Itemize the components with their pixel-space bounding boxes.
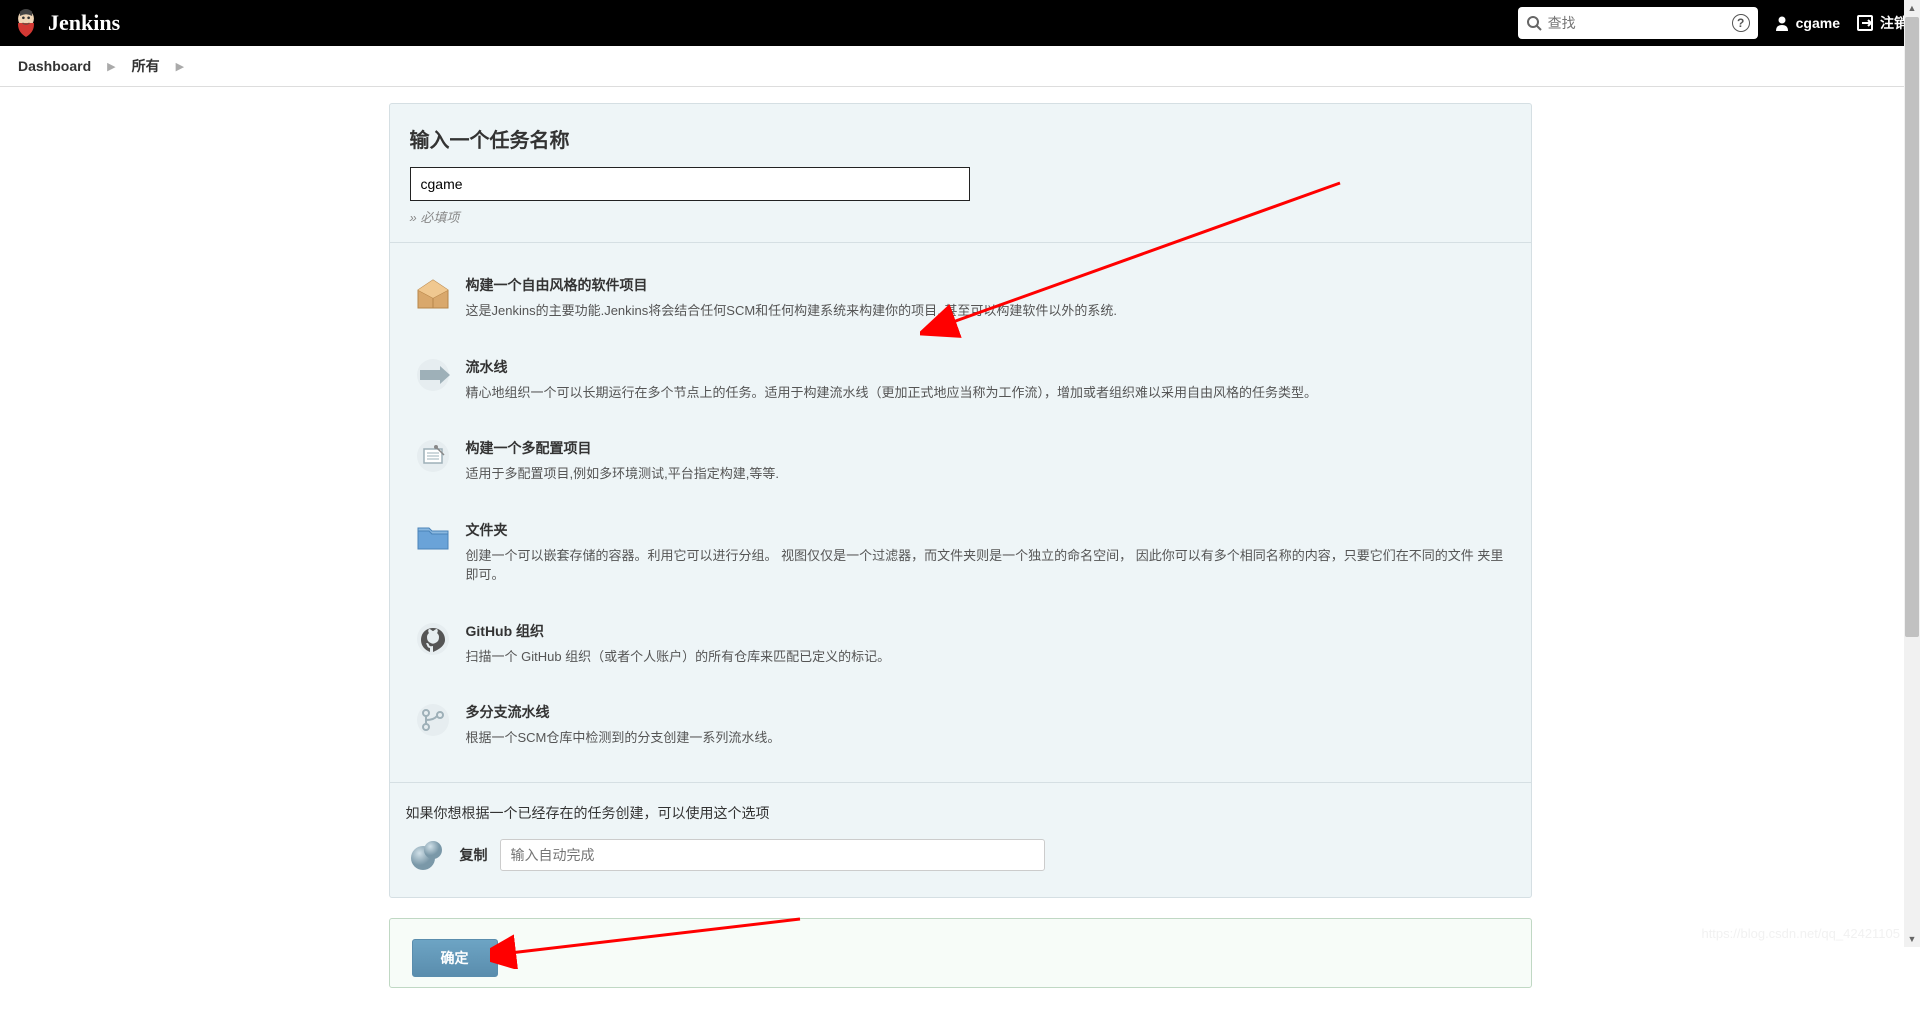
multiconfig-icon <box>412 438 454 474</box>
search-box: ? <box>1518 7 1758 39</box>
scroll-up-icon[interactable]: ▲ <box>1904 0 1920 16</box>
pipeline-icon <box>412 357 454 393</box>
scrollbar[interactable]: ▲ ▼ <box>1904 0 1920 947</box>
copy-hint: 如果你想根据一个已经存在的任务创建，可以使用这个选项 <box>406 803 1515 823</box>
submit-section: 确定 <box>389 918 1532 988</box>
main-content: 输入一个任务名称 » 必填项 <box>373 103 1548 1028</box>
name-section: 输入一个任务名称 » 必填项 <box>390 104 1531 243</box>
chevron-right-icon: ▶ <box>176 60 184 73</box>
project-type-pipeline[interactable]: 流水线 精心地组织一个可以长期运行在多个节点上的任务。适用于构建流水线（更加正式… <box>406 349 1515 411</box>
annotation-arrow <box>490 909 810 969</box>
required-hint: » 必填项 <box>410 207 1511 226</box>
project-type-multiconfig[interactable]: 构建一个多配置项目 适用于多配置项目,例如多环境测试,平台指定构建,等等. <box>406 430 1515 492</box>
item-desc: 根据一个SCM仓库中检测到的分支创建一系列流水线。 <box>466 728 1509 748</box>
copy-from-section: 如果你想根据一个已经存在的任务创建，可以使用这个选项 复制 <box>390 783 1531 897</box>
user-link[interactable]: cgame <box>1774 15 1840 31</box>
breadcrumb-all[interactable]: 所有 <box>132 56 160 76</box>
project-type-freestyle[interactable]: 构建一个自由风格的软件项目 这是Jenkins的主要功能.Jenkins将会结合… <box>406 267 1515 329</box>
folder-icon <box>412 520 454 556</box>
scroll-thumb[interactable] <box>1905 17 1919 637</box>
github-icon <box>412 621 454 657</box>
item-desc: 创建一个可以嵌套存储的容器。利用它可以进行分组。 视图仅仅是一个过滤器，而文件夹… <box>466 546 1509 585</box>
header-right: ? cgame 注销 <box>1518 7 1908 39</box>
item-content: 流水线 精心地组织一个可以长期运行在多个节点上的任务。适用于构建流水线（更加正式… <box>466 357 1509 403</box>
item-desc: 适用于多配置项目,例如多环境测试,平台指定构建,等等. <box>466 464 1509 484</box>
job-name-input[interactable] <box>410 167 970 201</box>
copy-icon <box>406 837 448 873</box>
breadcrumb-dashboard[interactable]: Dashboard <box>18 58 91 74</box>
project-type-folder[interactable]: 文件夹 创建一个可以嵌套存储的容器。利用它可以进行分组。 视图仅仅是一个过滤器，… <box>406 512 1515 593</box>
multibranch-icon <box>412 702 454 738</box>
ok-button[interactable]: 确定 <box>412 939 498 977</box>
breadcrumb: Dashboard ▶ 所有 ▶ <box>0 46 1920 87</box>
user-icon <box>1774 15 1790 31</box>
copy-from-input[interactable] <box>500 839 1045 871</box>
item-content: 文件夹 创建一个可以嵌套存储的容器。利用它可以进行分组。 视图仅仅是一个过滤器，… <box>466 520 1509 585</box>
item-title: 文件夹 <box>466 520 1509 540</box>
copy-row: 复制 <box>406 837 1515 873</box>
item-title: 多分支流水线 <box>466 702 1509 722</box>
top-header: Jenkins ? cgame 注 <box>0 0 1920 46</box>
item-title: GitHub 组织 <box>466 621 1509 641</box>
watermark: https://blog.csdn.net/qq_42421105 <box>1701 926 1900 941</box>
jenkins-title: Jenkins <box>48 10 120 36</box>
project-type-multibranch[interactable]: 多分支流水线 根据一个SCM仓库中检测到的分支创建一系列流水线。 <box>406 694 1515 756</box>
search-input[interactable] <box>1518 7 1758 39</box>
new-job-panel: 输入一个任务名称 » 必填项 <box>389 103 1532 898</box>
copy-label: 复制 <box>460 845 488 865</box>
scroll-down-icon[interactable]: ▼ <box>1904 931 1920 947</box>
search-icon <box>1526 15 1542 31</box>
item-title: 构建一个自由风格的软件项目 <box>466 275 1509 295</box>
jenkins-logo-icon <box>12 7 40 39</box>
username-label: cgame <box>1796 15 1840 31</box>
logout-link[interactable]: 注销 <box>1856 13 1908 33</box>
item-desc: 扫描一个 GitHub 组织（或者个人账户）的所有仓库来匹配已定义的标记。 <box>466 647 1509 667</box>
item-content: 构建一个多配置项目 适用于多配置项目,例如多环境测试,平台指定构建,等等. <box>466 438 1509 484</box>
item-desc: 这是Jenkins的主要功能.Jenkins将会结合任何SCM和任何构建系统来构… <box>466 301 1509 321</box>
project-type-github-org[interactable]: GitHub 组织 扫描一个 GitHub 组织（或者个人账户）的所有仓库来匹配… <box>406 613 1515 675</box>
chevron-right-icon: ▶ <box>107 60 115 73</box>
help-icon[interactable]: ? <box>1732 14 1750 32</box>
name-heading: 输入一个任务名称 <box>410 124 1511 153</box>
header-brand[interactable]: Jenkins <box>12 7 120 39</box>
item-title: 构建一个多配置项目 <box>466 438 1509 458</box>
item-content: GitHub 组织 扫描一个 GitHub 组织（或者个人账户）的所有仓库来匹配… <box>466 621 1509 667</box>
item-title: 流水线 <box>466 357 1509 377</box>
item-content: 多分支流水线 根据一个SCM仓库中检测到的分支创建一系列流水线。 <box>466 702 1509 748</box>
logout-icon <box>1856 14 1874 32</box>
project-types-section: 构建一个自由风格的软件项目 这是Jenkins的主要功能.Jenkins将会结合… <box>390 243 1531 783</box>
freestyle-icon <box>412 275 454 311</box>
item-content: 构建一个自由风格的软件项目 这是Jenkins的主要功能.Jenkins将会结合… <box>466 275 1509 321</box>
item-desc: 精心地组织一个可以长期运行在多个节点上的任务。适用于构建流水线（更加正式地应当称… <box>466 383 1509 403</box>
